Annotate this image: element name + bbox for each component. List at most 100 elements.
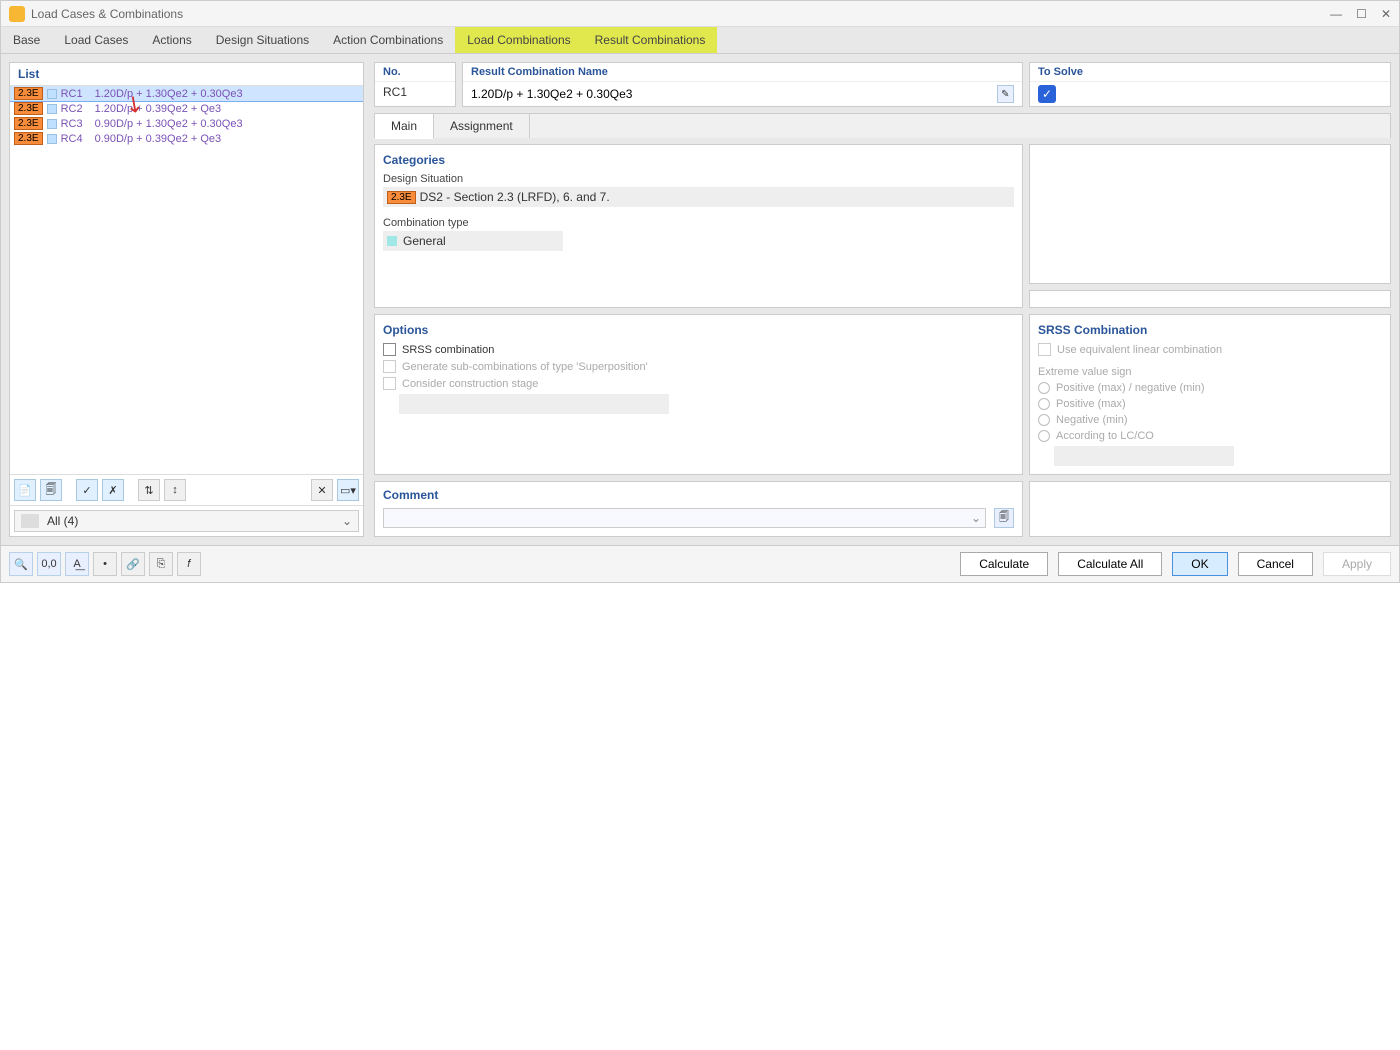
sub-tabs: Main Assignment — [374, 113, 1391, 138]
badge: 2.3E — [14, 102, 43, 115]
new-button[interactable]: 📄 — [14, 479, 36, 501]
solve-label: To Solve — [1030, 63, 1390, 82]
maximize-button[interactable]: ☐ — [1356, 7, 1367, 21]
app-icon — [9, 6, 25, 22]
constr-field — [399, 394, 669, 414]
calculate-button[interactable]: Calculate — [960, 552, 1048, 576]
tab-result-combinations[interactable]: Result Combinations — [583, 27, 718, 53]
edit-icon[interactable]: ✎ — [997, 85, 1014, 103]
color-swatch — [47, 119, 57, 129]
tab-design-situations[interactable]: Design Situations — [204, 27, 321, 53]
fb-2[interactable]: 0,0 — [37, 552, 61, 576]
sign-opt2: Positive (max) — [1038, 398, 1382, 410]
combination-type-field[interactable]: General — [383, 231, 563, 251]
comment-lib-button[interactable]: 🗐 — [994, 508, 1014, 528]
ct-label: Combination type — [383, 217, 1014, 229]
comment-input[interactable]: ⌄ — [383, 508, 986, 528]
equiv-checkbox: Use equivalent linear combination — [1038, 343, 1382, 356]
list-item[interactable]: 2.3E RC1 1.20D/p + 1.30Qe2 + 0.30Qe3 — [10, 86, 363, 101]
sign-label: Extreme value sign — [1038, 366, 1382, 378]
fb-4[interactable]: • — [93, 552, 117, 576]
view-button[interactable]: ▭▾ — [337, 479, 359, 501]
list-item[interactable]: 2.3E RC3 0.90D/p + 1.30Qe2 + 0.30Qe3 — [10, 116, 363, 131]
gensub-checkbox: Generate sub-combinations of type 'Super… — [383, 360, 1014, 373]
sort2-button[interactable]: ↕ — [164, 479, 186, 501]
lcco-field — [1054, 446, 1234, 466]
design-situation-field[interactable]: 2.3E DS2 - Section 2.3 (LRFD), 6. and 7. — [383, 187, 1014, 207]
fb-3[interactable]: A͟ — [65, 552, 89, 576]
color-swatch — [47, 104, 57, 114]
comment-label: Comment — [383, 488, 1014, 502]
ok-button[interactable]: OK — [1172, 552, 1227, 576]
close-button[interactable]: ✕ — [1381, 7, 1391, 21]
empty-panel-2 — [1029, 290, 1391, 308]
categories-section: Categories Design Situation 2.3E DS2 - S… — [374, 144, 1023, 308]
sign-opt1: Positive (max) / negative (min) — [1038, 382, 1382, 394]
solve-checkbox[interactable]: ✓ — [1038, 85, 1056, 103]
badge: 2.3E — [14, 117, 43, 130]
options-section: Options SRSS combination Generate sub-co… — [374, 314, 1023, 475]
rc-desc: 0.90D/p + 1.30Qe2 + 0.30Qe3 — [95, 118, 243, 130]
rc-id: RC4 — [61, 133, 95, 145]
apply-button[interactable]: Apply — [1323, 552, 1391, 576]
filter-dropdown[interactable]: All (4) ⌄ — [14, 510, 359, 532]
type-color — [387, 236, 397, 246]
copy-button[interactable]: 🗐 — [40, 479, 62, 501]
name-input[interactable] — [471, 87, 993, 101]
tab-load-combinations[interactable]: Load Combinations — [455, 27, 582, 53]
empty-panel-1 — [1029, 144, 1391, 284]
filter-swatch — [21, 514, 39, 528]
list-title: List — [10, 63, 363, 86]
delete-button[interactable]: ✕ — [311, 479, 333, 501]
tab-action-combinations[interactable]: Action Combinations — [321, 27, 455, 53]
fb-5[interactable]: 🔗 — [121, 552, 145, 576]
window-title: Load Cases & Combinations — [31, 7, 1330, 21]
uncheck-button[interactable]: ✗ — [102, 479, 124, 501]
list-item[interactable]: 2.3E RC4 0.90D/p + 0.39Qe2 + Qe3 — [10, 131, 363, 146]
ds-value: DS2 - Section 2.3 (LRFD), 6. and 7. — [420, 190, 610, 204]
ct-value: General — [403, 234, 446, 248]
fb-7[interactable]: 𝑓 — [177, 552, 201, 576]
minimize-button[interactable]: — — [1330, 7, 1342, 21]
no-value: RC1 — [375, 82, 455, 102]
filter-label: All (4) — [47, 514, 78, 528]
options-title: Options — [383, 323, 1014, 337]
name-box: Result Combination Name ✎ — [462, 62, 1023, 107]
fb-1[interactable]: 🔍 — [9, 552, 33, 576]
sub-tab-main[interactable]: Main — [375, 114, 434, 139]
rc-desc: 1.20D/p + 0.39Qe2 + Qe3 — [95, 103, 222, 115]
chevron-down-icon: ⌄ — [342, 514, 352, 528]
main-tabs: Base Load Cases Actions Design Situation… — [1, 27, 1399, 54]
no-label: No. — [375, 63, 455, 82]
srss-section: SRSS Combination Use equivalent linear c… — [1029, 314, 1391, 475]
ds-badge: 2.3E — [387, 191, 416, 204]
empty-panel-3 — [1029, 481, 1391, 537]
calculate-all-button[interactable]: Calculate All — [1058, 552, 1162, 576]
chevron-down-icon: ⌄ — [971, 511, 981, 525]
name-label: Result Combination Name — [463, 63, 1022, 82]
check-button[interactable]: ✓ — [76, 479, 98, 501]
ds-label: Design Situation — [383, 173, 1014, 185]
color-swatch — [47, 134, 57, 144]
srss-checkbox[interactable]: SRSS combination — [383, 343, 1014, 356]
solve-box: To Solve ✓ — [1029, 62, 1391, 107]
fb-6[interactable]: ⎘ — [149, 552, 173, 576]
rc-id: RC1 — [61, 88, 95, 100]
sub-tab-assignment[interactable]: Assignment — [434, 114, 530, 138]
cancel-button[interactable]: Cancel — [1238, 552, 1313, 576]
srss-title: SRSS Combination — [1038, 323, 1382, 337]
rc-id: RC3 — [61, 118, 95, 130]
list-item[interactable]: 2.3E RC2 1.20D/p + 0.39Qe2 + Qe3 — [10, 101, 363, 116]
rc-id: RC2 — [61, 103, 95, 115]
tab-load-cases[interactable]: Load Cases — [52, 27, 140, 53]
categories-title: Categories — [383, 153, 1014, 167]
list-area[interactable]: ↘ 2.3E RC1 1.20D/p + 1.30Qe2 + 0.30Qe3 2… — [10, 86, 363, 474]
tab-base[interactable]: Base — [1, 27, 52, 53]
sort1-button[interactable]: ⇅ — [138, 479, 160, 501]
comment-section: Comment ⌄ 🗐 — [374, 481, 1023, 537]
badge: 2.3E — [14, 87, 43, 100]
color-swatch — [47, 89, 57, 99]
tab-actions[interactable]: Actions — [140, 27, 203, 53]
sign-opt3: Negative (min) — [1038, 414, 1382, 426]
no-box: No. RC1 — [374, 62, 456, 107]
